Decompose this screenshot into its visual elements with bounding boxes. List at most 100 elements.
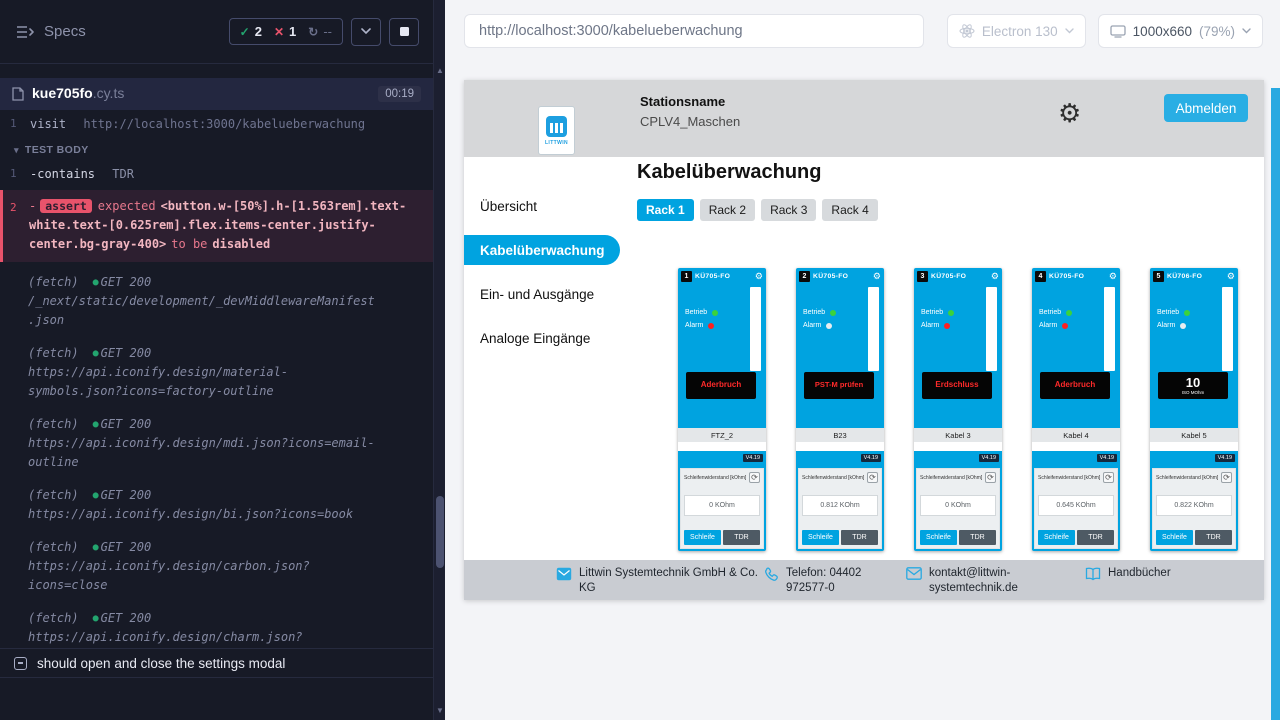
refresh-icon[interactable]: ⟳ (867, 472, 878, 483)
device-settings-icon[interactable]: ⚙ (1109, 272, 1117, 281)
device-number: 5 (1153, 271, 1164, 282)
url-input[interactable] (464, 14, 924, 48)
cable-input[interactable] (796, 442, 884, 451)
fetch-status: GET 200 (101, 273, 152, 292)
specs-toggle[interactable]: Specs (16, 23, 86, 40)
device-card-header: 3 KÜ705-FO ⚙ (914, 268, 1002, 284)
fetch-log-entry[interactable]: (fetch) ● GET 200 https://api.iconify.de… (0, 408, 433, 479)
status-display[interactable]: Aderbruch (1040, 372, 1110, 399)
right-edge-scrollbar[interactable] (1271, 88, 1280, 720)
resistance-panel: Schleifenwiderstand [kOhm] ⟳ 0.812 KOhm … (798, 468, 882, 549)
cable-input[interactable] (1150, 442, 1238, 451)
scrollbar-thumb[interactable] (436, 496, 444, 568)
device-settings-icon[interactable]: ⚙ (1227, 272, 1235, 281)
tab-rack-1[interactable]: Rack 1 (637, 199, 694, 221)
schleife-button[interactable]: Schleife (920, 530, 957, 545)
logout-button[interactable]: Abmelden (1164, 94, 1248, 122)
tab-rack-4[interactable]: Rack 4 (822, 199, 877, 221)
command-visit[interactable]: 1 visit http://localhost:3000/kabelueber… (0, 112, 433, 136)
fetch-log-entry[interactable]: (fetch) ● GET 200 https://api.iconify.de… (0, 531, 433, 602)
cable-name: Kabel 3 (914, 428, 1002, 442)
command-contains[interactable]: 1 -contains TDR (0, 162, 433, 186)
status-display[interactable]: Aderbruch (686, 372, 756, 399)
device-number: 4 (1035, 271, 1046, 282)
viewport-select[interactable]: 1000x660 (79%) (1098, 14, 1263, 48)
command-number: 1 (10, 115, 17, 133)
status-display[interactable]: Erdschluss (922, 372, 992, 399)
status-display[interactable]: 10 ISO MOhm (1158, 372, 1228, 399)
section-label: TEST BODY (25, 144, 89, 156)
specs-label: Specs (44, 23, 86, 40)
device-card: 4 KÜ705-FO ⚙ Betrieb Ala (1032, 268, 1120, 551)
sidebar-item-kabelueberwachung[interactable]: Kabelüberwachung (464, 235, 620, 265)
tdr-button[interactable]: TDR (723, 530, 760, 545)
stop-run-button[interactable] (389, 18, 419, 46)
schleife-button[interactable]: Schleife (1038, 530, 1075, 545)
resistance-panel: Schleifenwiderstand [kOhm] ⟳ 0.645 KOhm … (1034, 468, 1118, 549)
chevron-down-icon (1065, 28, 1074, 34)
refresh-icon[interactable]: ⟳ (985, 472, 996, 483)
aut-pane: Electron 130 1000x660 (79%) LITTWIN Stat… (445, 0, 1280, 720)
led-panel (750, 287, 761, 371)
pending-count: ↻-- (308, 24, 332, 39)
test-body-section[interactable]: ▾ TEST BODY (0, 136, 433, 162)
tab-rack-3[interactable]: Rack 3 (761, 199, 816, 221)
refresh-icon[interactable]: ⟳ (749, 472, 760, 483)
aut-toolbar: Electron 130 1000x660 (79%) (445, 0, 1280, 48)
cable-input[interactable] (1032, 442, 1120, 451)
success-dot-icon: ● (93, 273, 99, 292)
reporter-scrollbar[interactable]: ▲ ▼ (433, 0, 445, 720)
firmware-version: V4.19 (1097, 454, 1117, 462)
device-card-header: 4 KÜ705-FO ⚙ (1032, 268, 1120, 284)
schleife-button[interactable]: Schleife (684, 530, 721, 545)
device-card: 1 KÜ705-FO ⚙ Betrieb Ala (678, 268, 766, 551)
test-collapsed-icon (14, 657, 27, 670)
refresh-icon[interactable]: ⟳ (1221, 472, 1232, 483)
resistance-label: Schleifenwiderstand [kOhm] (920, 475, 982, 481)
failed-assert-command[interactable]: 2-assertexpected<button.w-[50%].h-[1.563… (0, 190, 433, 262)
station-info: Stationsname CPLV4_Maschen (640, 94, 740, 129)
schleife-button[interactable]: Schleife (1156, 530, 1193, 545)
sidebar-item-uebersicht[interactable]: Übersicht (464, 191, 620, 221)
tdr-button[interactable]: TDR (959, 530, 996, 545)
success-dot-icon: ● (93, 415, 99, 434)
schleife-button[interactable]: Schleife (802, 530, 839, 545)
device-model: KÜ706-FO (1167, 273, 1227, 280)
resistance-value: 0 KOhm (920, 495, 996, 516)
device-card: 5 KÜ706-FO ⚙ Betrieb Ala (1150, 268, 1238, 551)
status-display[interactable]: PST-M prüfen (804, 372, 874, 399)
device-settings-icon[interactable]: ⚙ (873, 272, 881, 281)
browser-select[interactable]: Electron 130 (947, 14, 1086, 48)
stop-icon (400, 27, 409, 36)
viewport-dimensions: 1000x660 (1133, 24, 1192, 39)
fetch-log-entry[interactable]: (fetch) ● GET 200 https://api.iconify.de… (0, 479, 433, 531)
sidebar-item-ein-und-ausgaenge[interactable]: Ein- und Ausgänge (464, 279, 620, 309)
settings-gear-icon[interactable]: ⚙ (1058, 100, 1081, 126)
sidebar-item-analoge-eingaenge[interactable]: Analoge Eingänge (464, 323, 620, 353)
spec-file-header[interactable]: kue705fo.cy.ts 00:19 (0, 78, 433, 110)
fetch-log-entry[interactable]: (fetch) ● GET 200 /_next/static/developm… (0, 266, 433, 337)
browser-name: Electron 130 (982, 24, 1058, 39)
footer-email[interactable]: kontakt@littwin-systemtechnik.de (906, 566, 1059, 596)
refresh-icon[interactable]: ⟳ (1103, 472, 1114, 483)
device-card-header: 2 KÜ705-FO ⚙ (796, 268, 884, 284)
cable-input[interactable] (678, 442, 766, 451)
cable-name: Kabel 4 (1032, 428, 1120, 442)
cable-input[interactable] (914, 442, 1002, 451)
next-test-row[interactable]: should open and close the settings modal (0, 648, 433, 678)
alarm-led (1180, 323, 1186, 329)
alarm-label: Alarm (1039, 322, 1057, 329)
collapse-all-button[interactable] (351, 18, 381, 46)
betrieb-led (948, 310, 954, 316)
alarm-label: Alarm (685, 322, 703, 329)
device-settings-icon[interactable]: ⚙ (991, 272, 999, 281)
tdr-button[interactable]: TDR (1077, 530, 1114, 545)
assert-middle: to be (171, 237, 207, 251)
device-settings-icon[interactable]: ⚙ (755, 272, 763, 281)
tdr-button[interactable]: TDR (1195, 530, 1232, 545)
phone-icon (764, 567, 779, 582)
tdr-button[interactable]: TDR (841, 530, 878, 545)
footer-manuals[interactable]: Handbücher (1085, 566, 1171, 581)
tab-rack-2[interactable]: Rack 2 (700, 199, 755, 221)
fetch-log-entry[interactable]: (fetch) ● GET 200 https://api.iconify.de… (0, 337, 433, 408)
